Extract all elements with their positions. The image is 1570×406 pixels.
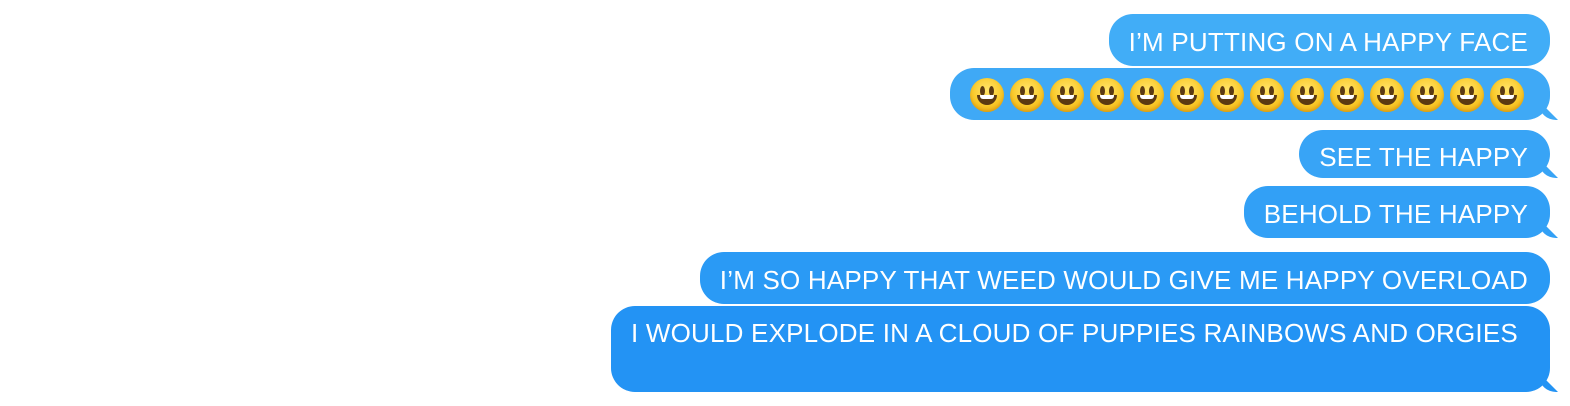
smiley-face-icon: [1050, 78, 1084, 112]
smiley-face-icon: [1330, 78, 1364, 112]
outgoing-message-bubble[interactable]: I’M PUTTING ON A HAPPY FACE: [1108, 14, 1550, 66]
smiley-face-icon: [1410, 78, 1444, 112]
message-thread: I’M PUTTING ON A HAPPY FACE SEE THE HAPP…: [0, 0, 1570, 406]
outgoing-message-bubble[interactable]: I’M SO HAPPY THAT WEED WOULD GIVE ME HAP…: [699, 252, 1550, 304]
message-text: SEE THE HAPPY: [1319, 142, 1528, 172]
smiley-face-icon: [1210, 78, 1244, 112]
message-text: BEHOLD THE HAPPY: [1263, 199, 1528, 229]
smiley-face-icon: [1450, 78, 1484, 112]
message-text: I WOULD EXPLODE IN A CLOUD OF PUPPIES RA…: [631, 318, 1518, 348]
smiley-face-icon: [1370, 78, 1404, 112]
message-text: I’M PUTTING ON A HAPPY FACE: [1128, 27, 1528, 57]
outgoing-message-bubble[interactable]: SEE THE HAPPY: [1299, 130, 1550, 178]
outgoing-message-bubble[interactable]: BEHOLD THE HAPPY: [1243, 186, 1550, 238]
smiley-face-icon: [1130, 78, 1164, 112]
message-text: I’M SO HAPPY THAT WEED WOULD GIVE ME HAP…: [719, 265, 1528, 295]
smiley-face-icon: [1010, 78, 1044, 112]
emoji-row: [970, 76, 1528, 112]
outgoing-emoji-bubble[interactable]: [950, 68, 1550, 120]
outgoing-message-bubble[interactable]: I WOULD EXPLODE IN A CLOUD OF PUPPIES RA…: [611, 306, 1550, 392]
smiley-face-icon: [1290, 78, 1324, 112]
smiley-face-icon: [1090, 78, 1124, 112]
smiley-face-icon: [970, 78, 1004, 112]
smiley-face-icon: [1490, 78, 1524, 112]
smiley-face-icon: [1250, 78, 1284, 112]
smiley-face-icon: [1170, 78, 1204, 112]
